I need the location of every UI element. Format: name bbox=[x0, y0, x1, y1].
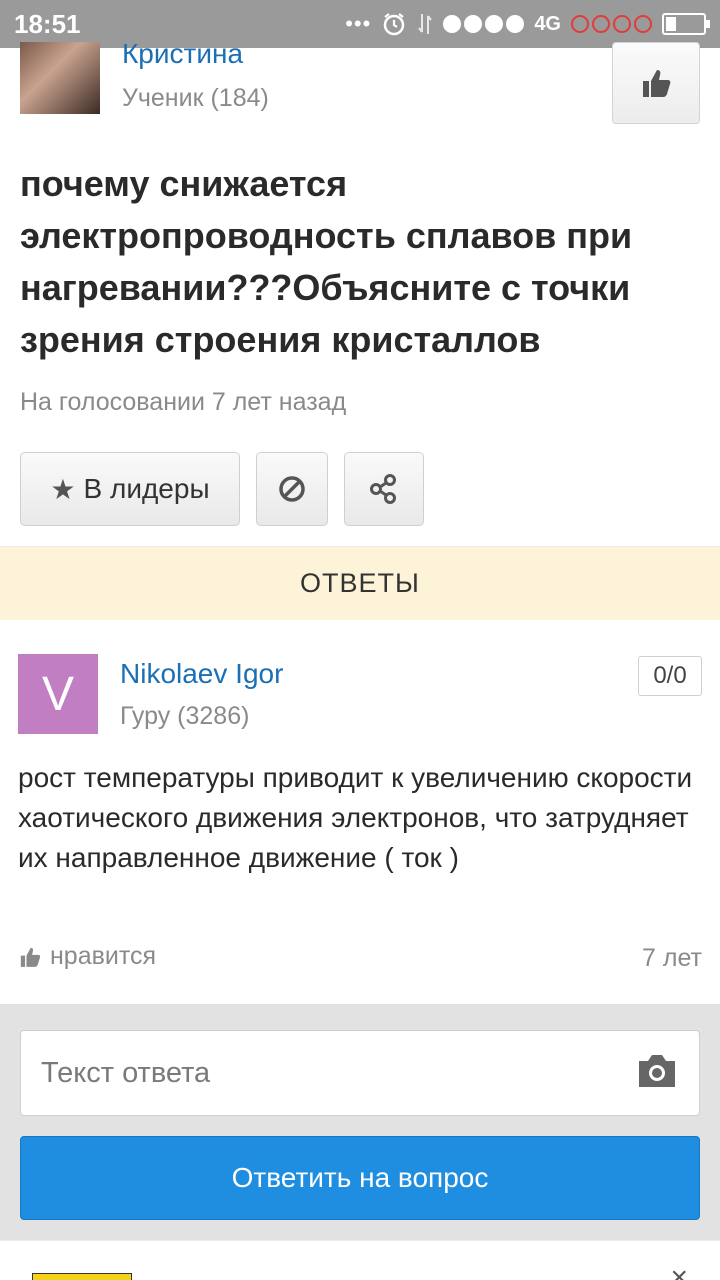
answer-author-name[interactable]: Nikolaev Igor bbox=[120, 658, 283, 690]
question-meta: На голосовании 7 лет назад bbox=[20, 388, 347, 416]
ad-banner: × bbox=[0, 1240, 720, 1280]
answer-time: 7 лет bbox=[642, 944, 702, 972]
answer-like-label: нравится bbox=[50, 942, 157, 970]
answer-like-button[interactable]: нравится bbox=[18, 942, 156, 971]
submit-answer-button[interactable]: Ответить на вопрос bbox=[20, 1136, 700, 1220]
like-question-button[interactable] bbox=[612, 42, 700, 124]
share-button[interactable] bbox=[344, 452, 424, 526]
answer-text: рост температуры приводит к увеличению с… bbox=[18, 762, 693, 873]
block-icon bbox=[279, 476, 305, 502]
reply-input-box bbox=[20, 1030, 700, 1116]
reply-form: Ответить на вопрос bbox=[0, 1004, 720, 1240]
network-type: 4G bbox=[534, 12, 561, 35]
more-dots-icon: ••• bbox=[345, 11, 372, 36]
star-icon: ★ bbox=[50, 473, 76, 505]
to-leaders-button[interactable]: ★ В лидеры bbox=[20, 452, 240, 526]
data-transfer-icon bbox=[418, 14, 433, 34]
reply-text-input[interactable] bbox=[41, 1031, 601, 1115]
question-title: почему снижается электропроводность спла… bbox=[20, 163, 633, 360]
battery-icon bbox=[662, 13, 710, 35]
share-icon bbox=[370, 474, 396, 504]
answer-avatar[interactable]: V bbox=[18, 654, 98, 734]
author-name[interactable]: Кристина bbox=[122, 38, 243, 70]
close-ad-button[interactable]: × bbox=[670, 1263, 688, 1280]
alarm-icon bbox=[384, 13, 405, 36]
answer-author-rank: Гуру (3286) bbox=[120, 702, 250, 730]
status-time: 18:51 bbox=[14, 9, 81, 39]
sim1-signal-icon bbox=[443, 15, 525, 33]
author-avatar[interactable] bbox=[20, 42, 100, 114]
ad-thumbnail[interactable] bbox=[32, 1273, 132, 1280]
status-bar: 18:51 ••• 4G bbox=[0, 0, 720, 48]
to-leaders-label: В лидеры bbox=[83, 473, 210, 504]
author-rank: Ученик (184) bbox=[122, 84, 269, 112]
sim2-signal-icon bbox=[571, 15, 652, 33]
report-button[interactable] bbox=[256, 452, 328, 526]
thumbs-up-icon bbox=[643, 70, 671, 97]
thumbs-up-icon bbox=[20, 947, 41, 967]
camera-icon[interactable] bbox=[635, 1051, 679, 1091]
answers-header: ОТВЕТЫ bbox=[0, 546, 720, 620]
answer-score: 0/0 bbox=[638, 656, 702, 696]
status-icons: ••• 4G bbox=[345, 8, 710, 40]
